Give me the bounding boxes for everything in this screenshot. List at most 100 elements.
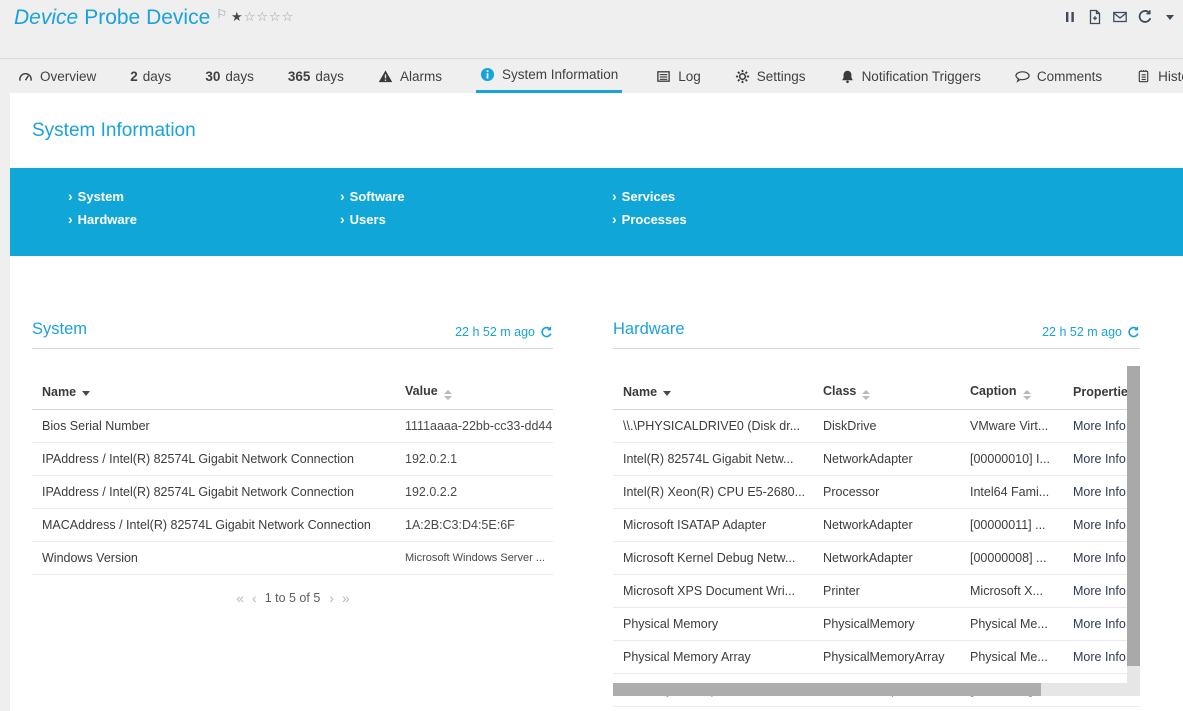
table-row: Intel(R) 82574L Gigabit Netw... NetworkA… [613,442,1140,476]
hardware-panel: Hardware 22 h 52 m ago Name Class Captio… [613,320,1140,707]
pagination: « ‹ 1 to 5 of 5 › » [32,590,553,606]
column-header-name[interactable]: Name [32,378,395,410]
system-panel: System 22 h 52 m ago Name Value Bios Ser… [32,320,553,709]
star-filled-icon[interactable]: ★ [231,9,244,24]
pause-icon[interactable] [1061,8,1079,26]
hw-class-cell: NetworkAdapter [813,442,960,476]
gauge-icon [18,69,33,84]
history-icon [1136,69,1151,84]
table-row: Microsoft ISATAP Adapter NetworkAdapter … [613,508,1140,542]
vertical-scrollbar[interactable] [1127,366,1140,696]
email-icon[interactable] [1111,8,1129,26]
tab-history[interactable]: History [1136,59,1183,93]
tab-overview[interactable]: Overview [18,59,96,93]
tab-label-number: 2 [130,68,138,84]
panel-title: System [32,320,88,338]
table-row: Windows Version Microsoft Windows Server… [32,541,553,575]
tab-settings[interactable]: Settings [735,59,806,93]
pagination-first-icon[interactable]: « [236,590,244,606]
column-header-caption[interactable]: Caption [960,378,1063,410]
refresh-icon[interactable] [1136,8,1154,26]
pagination-prev-icon[interactable]: ‹ [252,590,257,606]
last-updated: 22 h 52 m ago [1042,325,1140,339]
pagination-last-icon[interactable]: » [342,590,350,606]
quick-link-hardware[interactable]: › Hardware [68,211,340,227]
priority-rating[interactable]: ★☆☆☆☆ [231,9,294,25]
refresh-icon[interactable] [540,326,553,339]
sysinfo-value-cell: Microsoft Windows Server ... [395,541,553,575]
device-kind-label: Device [14,6,79,29]
pagination-next-icon[interactable]: › [329,590,334,606]
quick-link-processes[interactable]: › Processes [612,211,884,227]
table-row: Bios Serial Number 1111aaaa-22bb-cc33-dd… [32,409,553,443]
tab-30-days[interactable]: 30 days [205,59,254,93]
column-header-class[interactable]: Class [813,378,960,410]
info-icon [480,67,495,82]
refresh-icon[interactable] [1127,326,1140,339]
table-row: MACAddress / Intel(R) 82574L Gigabit Net… [32,508,553,542]
table-row: IPAddress / Intel(R) 82574L Gigabit Netw… [32,475,553,509]
chevron-right-icon: › [612,211,617,227]
sysinfo-value-cell: 192.0.2.1 [395,442,553,476]
header-toolbar [1061,8,1179,26]
tab-label: Log [678,68,701,84]
tab-log[interactable]: Log [656,59,701,93]
hardware-table: Name Class Caption Properties \\.\PHYSIC… [613,378,1140,707]
hw-caption-cell: VMware Virt... [960,409,1063,443]
app-header: Device Probe Device ⚐ ★☆☆☆☆ [0,0,1183,58]
tab-notification-triggers[interactable]: Notification Triggers [840,59,981,93]
tab-365-days[interactable]: 365 days [288,59,344,93]
comment-icon [1015,69,1030,84]
table-row: IPAddress / Intel(R) 82574L Gigabit Netw… [32,442,553,476]
chevron-right-icon: › [340,211,345,227]
quick-link-users[interactable]: › Users [340,211,612,227]
table-row: Microsoft Kernel Debug Netw... NetworkAd… [613,541,1140,575]
tab-bar: Overview 2 days 30 days 365 days Alarms … [0,58,1183,93]
tab-label-number: 365 [287,68,311,84]
tab-label: System Information [501,67,619,82]
chevron-right-icon: › [68,211,73,227]
hardware-panel-header: Hardware 22 h 52 m ago [613,320,1140,349]
gear-icon [735,69,750,84]
horizontal-scrollbar[interactable] [613,683,1140,696]
tab-alarms[interactable]: Alarms [378,59,442,93]
panel-title: Hardware [613,320,685,338]
hw-caption-cell: Physical Me... [960,640,1063,674]
hw-name-cell: Physical Memory [613,607,813,641]
scrollbar-thumb[interactable] [613,683,1041,696]
sort-desc-icon [663,391,672,396]
section-title: System Information [32,120,196,141]
hw-class-cell: DiskDrive [813,409,960,443]
hw-class-cell: NetworkAdapter [813,541,960,575]
table-row: Intel(R) Xeon(R) CPU E5-2680... Processo… [613,475,1140,509]
quick-links-col-3: › Services › Processes [612,188,884,256]
tab-2-days[interactable]: 2 days [130,59,171,93]
sort-desc-icon [82,391,91,396]
device-name: Probe Device [84,6,211,29]
panels-row: System 22 h 52 m ago Name Value Bios Ser… [10,320,1183,709]
caret-down-icon[interactable] [1161,8,1179,26]
tab-system-information[interactable]: System Information [475,59,623,93]
column-header-name[interactable]: Name [613,378,813,410]
star-empty-icons[interactable]: ☆☆☆☆ [244,9,295,24]
tab-label: days [225,68,254,84]
quick-link-services[interactable]: › Services [612,188,884,204]
hw-name-cell: Microsoft XPS Document Wri... [613,574,813,608]
quick-link-software[interactable]: › Software [340,188,612,204]
table-row: Physical Memory Array PhysicalMemoryArra… [613,640,1140,674]
last-updated: 22 h 52 m ago [455,325,553,339]
flag-icon[interactable]: ⚐ [216,7,227,21]
hw-class-cell: Printer [813,574,960,608]
add-note-icon[interactable] [1086,8,1104,26]
quick-link-system[interactable]: › System [68,188,340,204]
hw-caption-cell: [00000011] ... [960,508,1063,542]
hw-caption-cell: [00000008] ... [960,541,1063,575]
sysinfo-name-cell: Bios Serial Number [32,409,395,443]
column-header-value[interactable]: Value [395,378,553,410]
tab-label: Notification Triggers [861,68,981,84]
tab-comments[interactable]: Comments [1015,59,1102,93]
hw-caption-cell: [00000010] I... [960,442,1063,476]
quick-links-col-2: › Software › Users [340,188,612,256]
scrollbar-thumb[interactable] [1127,366,1140,666]
chevron-right-icon: › [612,188,617,204]
